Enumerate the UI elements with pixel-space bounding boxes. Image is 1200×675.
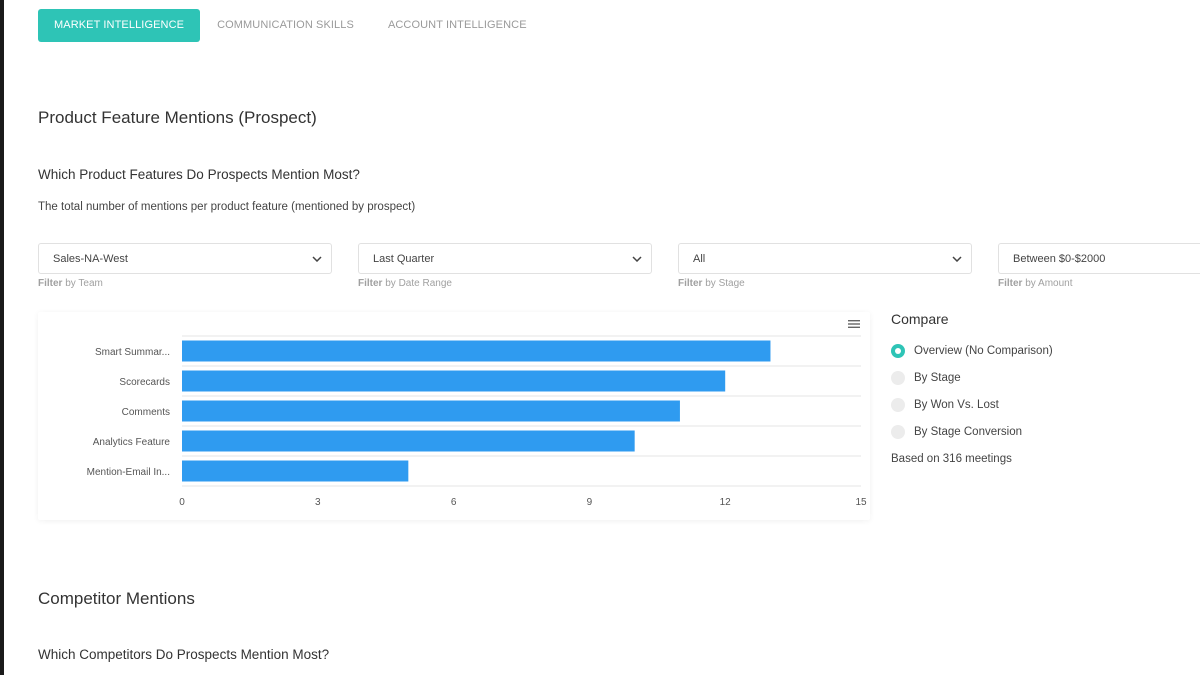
filter-team-label: Filter by Team (38, 278, 103, 289)
compare-option-stage-conversion[interactable]: By Stage Conversion (891, 418, 1191, 445)
category-label: Mention-Email In... (87, 467, 170, 478)
filter-stage-label: Filter by Stage (678, 278, 745, 289)
compare-option-won-vs-lost[interactable]: By Won Vs. Lost (891, 391, 1191, 418)
tab-bar: MARKET INTELLIGENCE COMMUNICATION SKILLS… (38, 9, 544, 42)
window-edge (0, 0, 4, 675)
amount-select-value: Between $0-$2000 (1013, 252, 1106, 265)
chevron-down-icon (951, 253, 963, 265)
compare-panel: Compare Overview (No Comparison) By Stag… (891, 311, 1191, 465)
bar-chart: Smart Summar... Scorecards Comments Analyti… (87, 335, 867, 508)
team-select-value: Sales-NA-West (53, 252, 128, 265)
compare-title: Compare (891, 311, 949, 327)
x-tick-label: 9 (587, 497, 593, 508)
x-tick-label: 6 (451, 497, 457, 508)
bar[interactable] (182, 400, 680, 422)
question-product-features: Which Product Features Do Prospects Ment… (38, 167, 360, 182)
bar[interactable] (182, 460, 409, 482)
x-tick-label: 12 (720, 497, 732, 508)
x-tick-label: 3 (315, 497, 321, 508)
compare-option-label: By Won Vs. Lost (914, 398, 999, 411)
filter-date-range: Last Quarter Filter by Date Range (358, 243, 652, 289)
x-tick-label: 0 (179, 497, 185, 508)
hamburger-menu-icon[interactable] (846, 316, 862, 332)
section-title-competitors: Competitor Mentions (38, 589, 195, 608)
team-select[interactable]: Sales-NA-West (38, 243, 332, 274)
compare-option-overview[interactable]: Overview (No Comparison) (891, 337, 1191, 364)
bar[interactable] (182, 370, 726, 392)
date-range-select-value: Last Quarter (373, 252, 435, 265)
x-tick-label: 15 (855, 497, 867, 508)
tab-account-intelligence[interactable]: ACCOUNT INTELLIGENCE (371, 9, 544, 42)
date-range-select[interactable]: Last Quarter (358, 243, 652, 274)
chevron-down-icon (311, 253, 323, 265)
filter-amount: Between $0-$2000 Filter by Amount (998, 243, 1200, 289)
tab-communication-skills[interactable]: COMMUNICATION SKILLS (200, 9, 371, 42)
filter-date-range-label: Filter by Date Range (358, 278, 452, 289)
description-product-features: The total number of mentions per product… (38, 201, 416, 213)
stage-select[interactable]: All (678, 243, 972, 274)
radio-unchecked-icon[interactable] (891, 397, 905, 412)
stage-select-value: All (693, 252, 706, 265)
category-label: Comments (122, 407, 170, 418)
filter-team: Sales-NA-West Filter by Team (38, 243, 332, 289)
radio-checked-icon[interactable] (891, 343, 905, 358)
meetings-count: Based on 316 meetings (891, 453, 1012, 465)
chevron-down-icon (631, 253, 643, 265)
category-label: Scorecards (119, 377, 170, 388)
radio-unchecked-icon[interactable] (891, 424, 905, 439)
category-label: Smart Summar... (95, 347, 170, 358)
section-title-product-features: Product Feature Mentions (Prospect) (38, 108, 317, 127)
radio-unchecked-icon[interactable] (891, 370, 905, 385)
compare-option-label: Overview (No Comparison) (914, 344, 1053, 357)
compare-option-label: By Stage (914, 371, 961, 384)
compare-option-by-stage[interactable]: By Stage (891, 364, 1191, 391)
tab-market-intelligence[interactable]: MARKET INTELLIGENCE (38, 9, 201, 42)
compare-option-label: By Stage Conversion (914, 425, 1023, 438)
bar[interactable] (182, 430, 635, 452)
question-competitors: Which Competitors Do Prospects Mention M… (38, 647, 330, 662)
category-label: Analytics Feature (93, 437, 171, 448)
filter-amount-label: Filter by Amount (998, 278, 1073, 289)
bar[interactable] (182, 340, 771, 362)
filter-stage: All Filter by Stage (678, 243, 972, 289)
amount-select[interactable]: Between $0-$2000 (998, 243, 1200, 274)
product-features-chart: Smart Summar... Scorecards Comments Analyti… (38, 312, 870, 520)
